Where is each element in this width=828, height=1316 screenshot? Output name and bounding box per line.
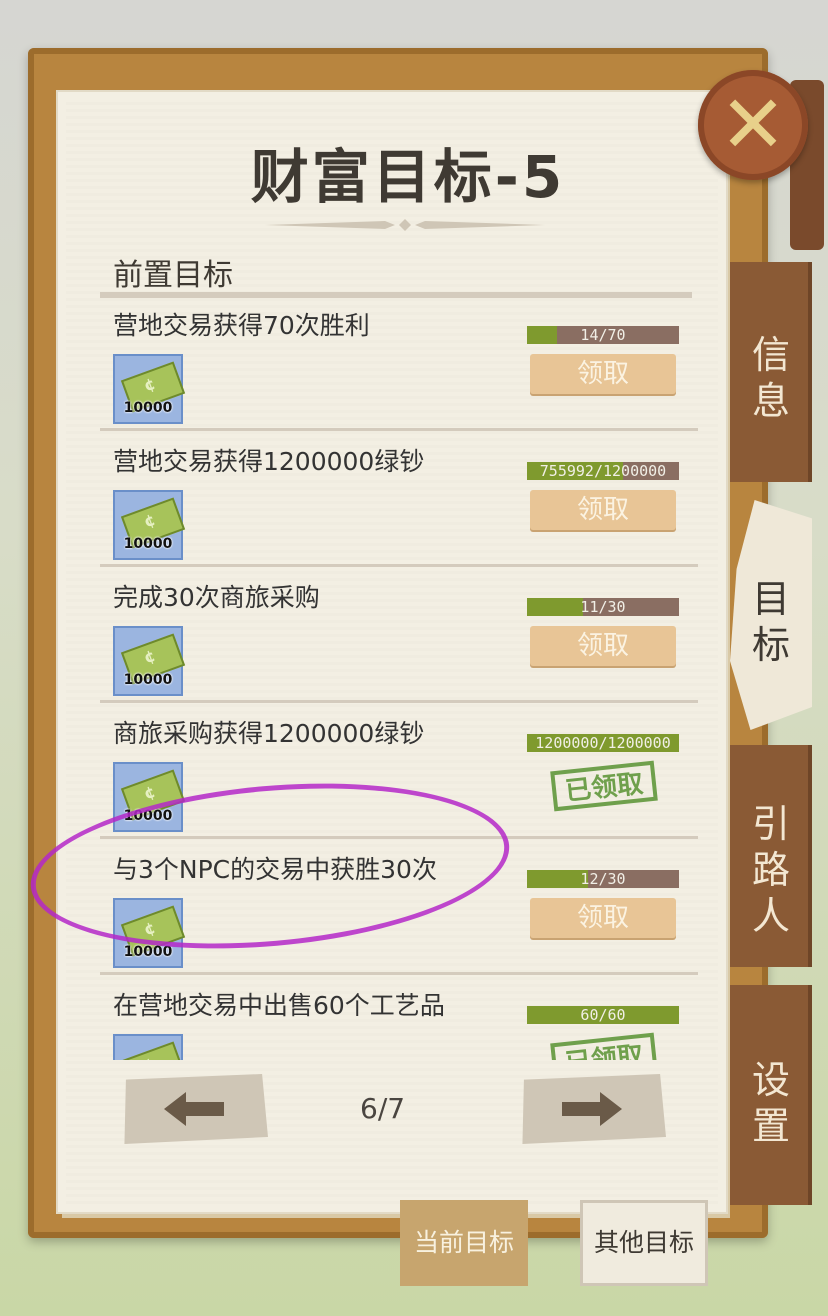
page-indicator: 6/7 [360,1092,406,1125]
next-page-button[interactable] [522,1074,666,1144]
quest-item: 营地交易获得70次胜利 14/70 ¢ 10000 领取 [100,306,698,442]
tab-info[interactable]: 信息 [730,262,812,482]
quest-name: 营地交易获得70次胜利 [113,311,370,340]
arrow-left-icon [164,1092,224,1126]
tab-settings[interactable]: 设置 [730,985,812,1205]
tab-current-goals[interactable]: 当前目标 [400,1200,528,1286]
title-ornament [265,219,545,231]
reward-cash-icon[interactable]: ¢ 10000 [113,354,186,424]
progress-bar: 12/30 [527,870,679,888]
banknote-icon: ¢ [120,1041,186,1060]
tab-guide-label: 引路人 [751,802,790,938]
close-button[interactable]: ✕ [698,70,808,180]
progress-text: 12/30 [580,870,626,888]
arrow-right-icon [562,1092,622,1126]
progress-bar: 755992/1200000 [527,462,679,480]
progress-bar: 1200000/1200000 [527,734,679,752]
tab-settings-label: 设置 [751,1058,790,1148]
quest-name: 营地交易获得1200000绿钞 [113,447,425,476]
progress-bar: 60/60 [527,1006,679,1024]
item-divider [100,564,698,567]
reward-amount: 10000 [123,672,173,688]
progress-text: 755992/1200000 [539,462,667,480]
quest-item: 在营地交易中出售60个工艺品 60/60 ¢ 已领取 [100,986,698,1060]
prev-page-button[interactable] [124,1074,268,1144]
progress-text: 1200000/1200000 [535,734,671,752]
section-divider [100,292,692,298]
item-divider [100,700,698,703]
tab-guide[interactable]: 引路人 [730,745,812,967]
close-icon: ✕ [719,78,787,171]
reward-cash-icon[interactable]: ¢ [113,1034,186,1060]
section-label: 前置目标 [113,258,233,293]
claim-button[interactable]: 领取 [530,354,676,394]
reward-cash-icon[interactable]: ¢ 10000 [113,490,186,560]
quest-name: 商旅采购获得1200000绿钞 [113,719,425,748]
item-divider [100,972,698,975]
reward-amount: 10000 [123,536,173,552]
progress-bar: 11/30 [527,598,679,616]
progress-bar: 14/70 [527,326,679,344]
tab-goals-label: 目标 [751,577,790,667]
progress-text: 60/60 [580,1006,626,1024]
quest-item: 完成30次商旅采购 11/30 ¢ 10000 领取 [100,578,698,714]
claim-button[interactable]: 领取 [530,626,676,666]
claim-button[interactable]: 领取 [530,898,676,938]
reward-amount: 10000 [123,400,173,416]
reward-cash-icon[interactable]: ¢ 10000 [113,626,186,696]
progress-text: 11/30 [580,598,626,616]
claim-button[interactable]: 领取 [530,490,676,530]
quest-name: 在营地交易中出售60个工艺品 [113,991,445,1020]
tab-info-label: 信息 [751,333,790,423]
progress-text: 14/70 [580,326,626,344]
claimed-stamp: 已领取 [550,760,658,812]
item-divider [100,428,698,431]
tab-other-goals[interactable]: 其他目标 [580,1200,708,1286]
claimed-stamp: 已领取 [550,1032,658,1060]
quest-item: 营地交易获得1200000绿钞 755992/1200000 ¢ 10000 领… [100,442,698,578]
quest-name: 完成30次商旅采购 [113,583,320,612]
page-title: 财富目标-5 [250,143,566,211]
